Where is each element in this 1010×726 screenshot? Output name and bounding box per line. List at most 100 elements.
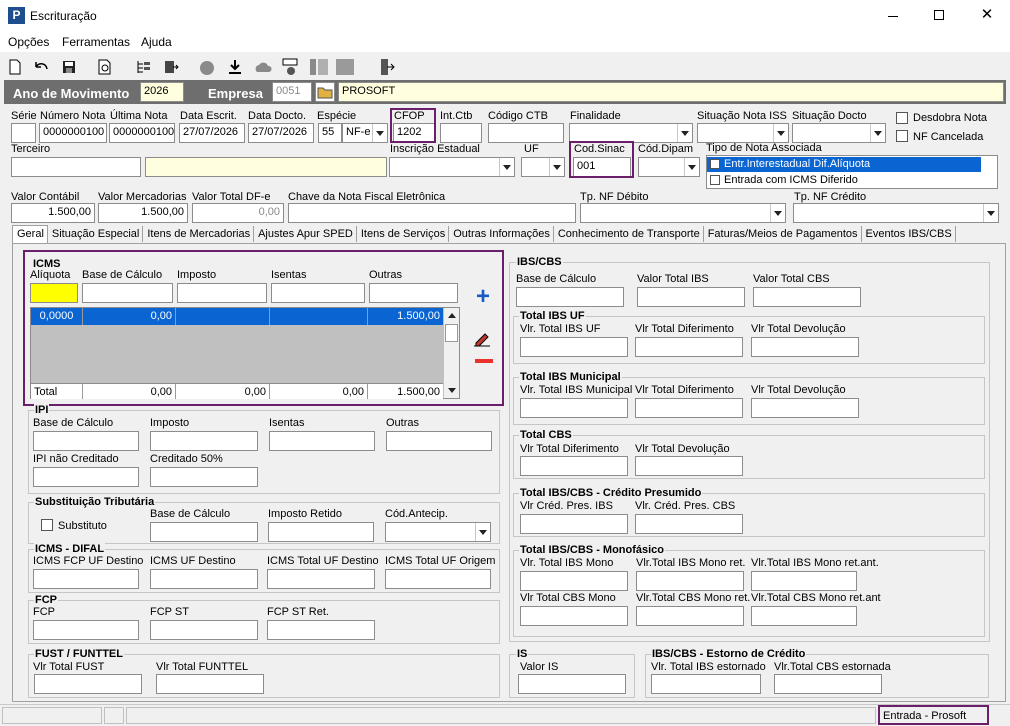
scroll-up-icon[interactable] [448,313,456,318]
ipi-outras-input[interactable] [386,431,492,451]
columns-button[interactable] [308,56,330,78]
tab-conhecimento-transporte[interactable]: Conhecimento de Transporte [554,226,704,242]
mono-cbs-ret-input[interactable] [636,606,744,626]
numero-nota-input[interactable]: 0000000100 [39,123,107,143]
tipo-nota-checkbox[interactable] [710,175,720,185]
difal-total-origem-input[interactable] [385,569,491,589]
difal-fcp-input[interactable] [33,569,139,589]
ibscbs-cbs-input[interactable] [753,287,861,307]
maximize-button[interactable] [924,6,954,26]
situacao-docto-select[interactable] [792,123,886,143]
codigo-ctb-input[interactable] [488,123,564,143]
estorno-cbs-input[interactable] [774,674,882,694]
finalidade-select[interactable] [569,123,693,143]
icms-imposto-input[interactable] [177,283,267,303]
mono-cbs-ret-ant-input[interactable] [751,606,857,626]
cred-pres-cbs-input[interactable] [635,514,743,534]
cbs-devolucao-input[interactable] [635,456,743,476]
apple-button[interactable] [196,56,218,78]
ipi-imposto-input[interactable] [150,431,258,451]
ibs-uf-devolucao-input[interactable] [751,337,859,357]
especie-code-input[interactable]: 55 [318,123,342,143]
mono-ibs-input[interactable] [520,571,628,591]
inscricao-select[interactable] [389,157,515,177]
substituto-checkbox[interactable] [41,519,53,531]
estorno-ibs-input[interactable] [651,674,761,694]
ibscbs-base-input[interactable] [516,287,624,307]
ibs-uf-diferimento-input[interactable] [635,337,743,357]
empresa-name-input[interactable]: PROSOFT [338,82,1004,102]
export-button[interactable] [160,56,182,78]
exit-button[interactable] [376,56,398,78]
tab-itens-mercadorias[interactable]: Itens de Mercadorias [143,226,255,242]
ibs-mun-diferimento-input[interactable] [635,398,743,418]
add-row-button[interactable]: + [472,285,494,309]
cod-dipam-select[interactable] [638,157,700,177]
funttel-input[interactable] [156,674,264,694]
icms-outras-input[interactable] [369,283,458,303]
cred-pres-ibs-input[interactable] [520,514,628,534]
valor-mercadorias-input[interactable]: 1.500,00 [98,203,188,223]
ibs-uf-total-input[interactable] [520,337,628,357]
scroll-thumb[interactable] [445,324,458,342]
remove-row-button[interactable] [474,352,494,368]
ultima-nota-input[interactable]: 0000000100 [109,123,175,143]
mono-cbs-input[interactable] [520,606,628,626]
edit-row-button[interactable] [472,328,494,348]
ipi-base-input[interactable] [33,431,139,451]
is-valor-input[interactable] [518,674,626,694]
menu-ajuda[interactable]: Ajuda [141,35,172,49]
table-row[interactable]: 0,0000 0,00 1.500,00 [31,308,443,325]
st-imposto-retido-input[interactable] [268,522,374,542]
cloud-button[interactable] [252,56,274,78]
terceiro-name-input[interactable] [145,157,387,177]
st-base-input[interactable] [150,522,258,542]
valor-total-dfe-input[interactable]: 0,00 [192,203,284,223]
tp-nf-debito-select[interactable] [580,203,786,223]
tipo-nota-item[interactable]: Entrada com ICMS Diferido [707,173,981,188]
st-cod-antecip-select[interactable] [385,522,491,542]
tipo-nota-item[interactable]: Entr.Interestadual Dif.Alíquota [707,157,981,172]
scroll-down-icon[interactable] [448,388,456,393]
ipi-isentas-input[interactable] [269,431,375,451]
desdobra-checkbox[interactable] [896,112,908,124]
nf-cancelada-checkbox[interactable] [896,130,908,142]
mono-ibs-ret-input[interactable] [636,571,744,591]
ibs-mun-devolucao-input[interactable] [751,398,859,418]
tab-situacao-especial[interactable]: Situação Especial [48,226,144,242]
tab-ajustes-sped[interactable]: Ajustes Apur SPED [254,226,357,242]
ibs-mun-total-input[interactable] [520,398,628,418]
folder-button[interactable] [315,82,335,102]
chave-nf-input[interactable] [288,203,576,223]
ano-input[interactable]: 2026 [140,82,184,102]
minimize-button[interactable] [878,6,908,26]
download-button[interactable] [224,56,246,78]
serie-input[interactable] [11,123,36,143]
icms-base-input[interactable] [82,283,173,303]
fcp-st-ret-input[interactable] [267,620,375,640]
undo-button[interactable] [30,56,52,78]
situacao-iss-select[interactable] [697,123,789,143]
tab-eventos-ibscbs[interactable]: Eventos IBS/CBS [862,226,956,242]
int-ctb-input[interactable] [440,123,482,143]
empresa-code-input[interactable]: 0051 [272,82,312,102]
especie-select[interactable]: NF-e [342,123,388,143]
square-button[interactable] [334,56,356,78]
tree-button[interactable] [132,56,154,78]
new-document-button[interactable] [4,56,26,78]
icms-isentas-input[interactable] [271,283,365,303]
fcp-input[interactable] [33,620,139,640]
tipo-nota-checkbox[interactable] [710,159,720,169]
data-docto-input[interactable]: 27/07/2026 [248,123,314,143]
tab-outras-informacoes[interactable]: Outras Informações [449,226,554,242]
tab-itens-servicos[interactable]: Itens de Serviços [357,226,450,242]
uf-select[interactable] [521,157,565,177]
close-button[interactable]: ✕ [972,6,1002,26]
icms-aliquota-input[interactable] [30,283,78,303]
ibscbs-ibs-input[interactable] [637,287,745,307]
fust-input[interactable] [34,674,142,694]
menu-ferramentas[interactable]: Ferramentas [62,35,130,49]
data-escrit-input[interactable]: 27/07/2026 [179,123,245,143]
difal-uf-destino-input[interactable] [150,569,258,589]
ipi-creditado-50-input[interactable] [150,467,258,487]
